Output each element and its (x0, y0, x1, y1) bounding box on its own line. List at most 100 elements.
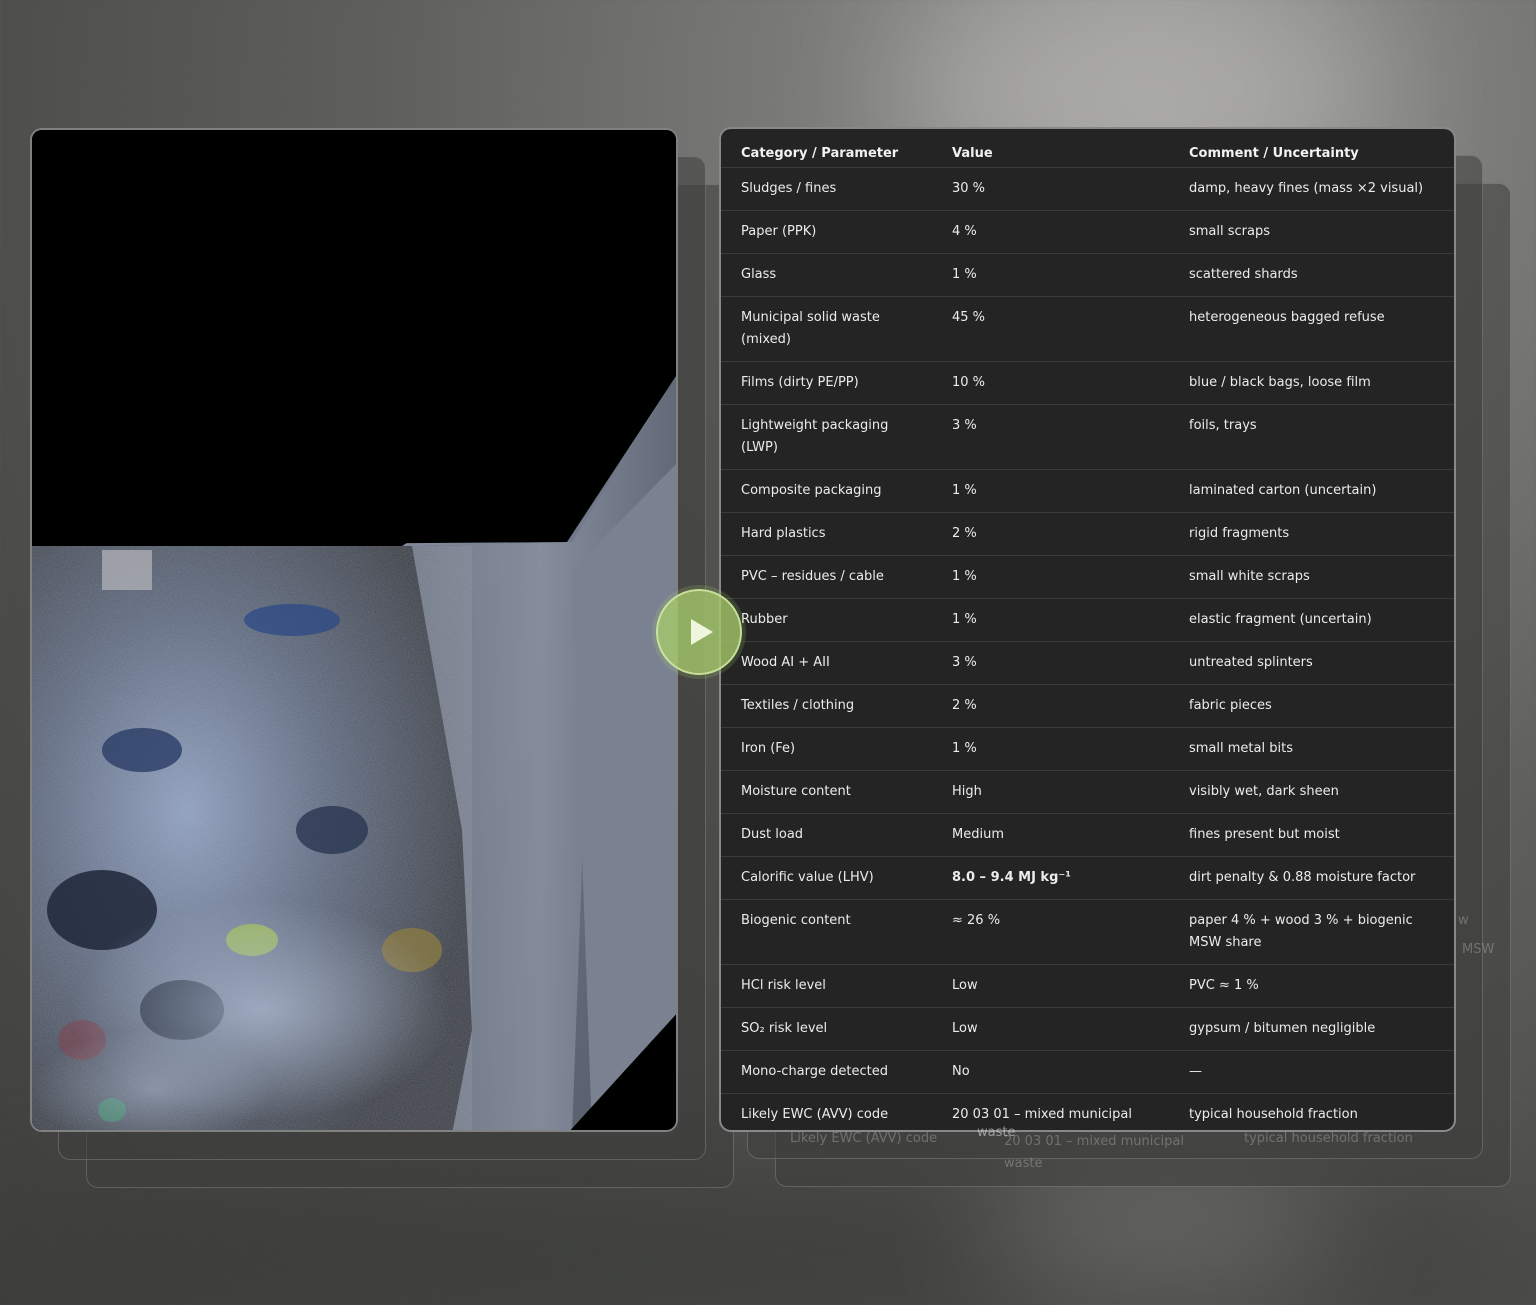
cell-comment: fabric pieces (1169, 684, 1454, 728)
table-row: Moisture content High visibly wet, dark sh… (721, 770, 1454, 814)
table-row: Composite packaging 1 % laminated carton (… (721, 469, 1454, 513)
cell-category: Textiles / clothing (721, 684, 932, 728)
cell-comment: gypsum / bitumen negligible (1169, 1007, 1454, 1051)
cell-category: Wood AI + AII (721, 641, 932, 685)
cell-value: 2 % (932, 684, 1169, 728)
table-row: PVC – residues / cable 1 % small white scr… (721, 555, 1454, 599)
cell-value: 1 % (932, 469, 1169, 513)
header-category: Category / Parameter (721, 129, 932, 168)
table-row: Dust load Medium fines present but moist (721, 813, 1454, 857)
cell-value: Low (932, 964, 1169, 1008)
table-row: Likely EWC (AVV) code 20 03 01 – mixed mu… (721, 1093, 1454, 1131)
cell-value: ≈ 26 % (932, 899, 1169, 965)
cell-value: 3 % (932, 641, 1169, 685)
cell-category: Dust load (721, 813, 932, 857)
cell-value: High (932, 770, 1169, 814)
waste-bunker-image (32, 130, 676, 1130)
cell-value: 30 % (932, 167, 1169, 211)
play-button[interactable] (656, 589, 742, 675)
cell-category: Mono-charge detected (721, 1050, 932, 1094)
table-row: SO₂ risk level Low gypsum / bitumen neglig… (721, 1007, 1454, 1051)
cell-comment: heterogeneous bagged refuse (1169, 296, 1454, 362)
cell-comment: rigid fragments (1169, 512, 1454, 556)
table-row: Films (dirty PE/PP) 10 % blue / black bags… (721, 361, 1454, 405)
table-row: Lightweight packaging (LWP) 3 % foils, tra… (721, 404, 1454, 470)
ghost-category: Likely EWC (AVV) code (790, 1131, 938, 1146)
cell-category: Calorific value (LHV) (721, 856, 932, 900)
cell-comment: typical household fraction (1189, 1106, 1358, 1122)
cell-category: SO₂ risk level (721, 1007, 932, 1051)
cell-comment: small metal bits (1169, 727, 1454, 771)
cell-value: 1 % (932, 253, 1169, 297)
cell-comment: paper 4 % + wood 3 % + biogenic MSW shar… (1169, 899, 1454, 965)
waste-image-card[interactable] (30, 128, 678, 1132)
cell-comment: blue / black bags, loose film (1169, 361, 1454, 405)
ghost-fragment: waste (977, 1125, 1016, 1140)
table-row: HCl risk level Low PVC ≈ 1 % (721, 964, 1454, 1008)
table-row: Iron (Fe) 1 % small metal bits (721, 727, 1454, 771)
cell-category: Municipal solid waste (mixed) (721, 296, 932, 362)
cell-category: HCl risk level (721, 964, 932, 1008)
cell-category: Iron (Fe) (721, 727, 932, 771)
cell-category: Rubber (721, 598, 932, 642)
header-comment: Comment / Uncertainty (1169, 129, 1454, 168)
cell-category: Likely EWC (AVV) code (741, 1106, 889, 1122)
cell-value: 20 03 01 – mixed municipal waste (952, 1106, 1132, 1131)
cell-category: Paper (PPK) (721, 210, 932, 254)
cell-category: Sludges / fines (721, 167, 932, 211)
cell-value: 10 % (932, 361, 1169, 405)
table-row: Sludges / fines 30 % damp, heavy fines (ma… (721, 167, 1454, 211)
table-row: Municipal solid waste (mixed) 45 % heterog… (721, 296, 1454, 362)
table-row: Rubber 1 % elastic fragment (uncertain) (721, 598, 1454, 642)
cell-value: No (932, 1050, 1169, 1094)
cell-category: PVC – residues / cable (721, 555, 932, 599)
cell-value: 4 % (932, 210, 1169, 254)
ghost-fragment: MSW (1462, 942, 1495, 957)
table-row: Calorific value (LHV) 8.0 – 9.4 MJ kg⁻¹ di… (721, 856, 1454, 900)
table-header-row: Category / Parameter Value Comment / Unc… (721, 129, 1454, 168)
analysis-table-card: Category / Parameter Value Comment / Unc… (719, 127, 1456, 1132)
table-row: Hard plastics 2 % rigid fragments (721, 512, 1454, 556)
cell-comment: dirt penalty & 0.88 moisture factor (1169, 856, 1454, 900)
cell-value: Medium (932, 813, 1169, 857)
cell-category: Moisture content (721, 770, 932, 814)
cell-comment: damp, heavy fines (mass ×2 visual) (1169, 167, 1454, 211)
table-row: Textiles / clothing 2 % fabric pieces (721, 684, 1454, 728)
cell-comment: scattered shards (1169, 253, 1454, 297)
ghost-comment: typical household fraction (1244, 1131, 1413, 1146)
cell-category: Hard plastics (721, 512, 932, 556)
ghost-fragment: w (1458, 913, 1469, 928)
cell-category: Composite packaging (721, 469, 932, 513)
cell-value: 3 % (932, 404, 1169, 470)
table-row: Mono-charge detected No — (721, 1050, 1454, 1094)
cell-value: 1 % (932, 727, 1169, 771)
waste-analysis-table: Category / Parameter Value Comment / Unc… (721, 129, 1454, 1131)
cell-value: Low (932, 1007, 1169, 1051)
table-row: Glass 1 % scattered shards (721, 253, 1454, 297)
header-value: Value (932, 129, 1169, 168)
cell-comment: laminated carton (uncertain) (1169, 469, 1454, 513)
cell-comment: foils, trays (1169, 404, 1454, 470)
cell-comment: fines present but moist (1169, 813, 1454, 857)
cell-comment: untreated splinters (1169, 641, 1454, 685)
cell-value: 1 % (932, 598, 1169, 642)
cell-category: Glass (721, 253, 932, 297)
cell-category: Lightweight packaging (LWP) (721, 404, 932, 470)
cell-comment: — (1169, 1050, 1454, 1094)
table-row: Wood AI + AII 3 % untreated splinters (721, 641, 1454, 685)
cell-comment: visibly wet, dark sheen (1169, 770, 1454, 814)
cell-value: 1 % (932, 555, 1169, 599)
cell-value: 8.0 – 9.4 MJ kg⁻¹ (932, 856, 1169, 900)
play-icon (691, 619, 713, 645)
cell-value: 45 % (932, 296, 1169, 362)
cell-comment: PVC ≈ 1 % (1169, 964, 1454, 1008)
table-row: Paper (PPK) 4 % small scraps (721, 210, 1454, 254)
ghost-value: 20 03 01 – mixed municipal waste (1004, 1134, 1184, 1171)
table-row: Biogenic content ≈ 26 % paper 4 % + wood 3… (721, 899, 1454, 965)
cell-comment: small white scraps (1169, 555, 1454, 599)
cell-comment: elastic fragment (uncertain) (1169, 598, 1454, 642)
cell-category: Biogenic content (721, 899, 932, 965)
cell-value: 2 % (932, 512, 1169, 556)
cell-comment: small scraps (1169, 210, 1454, 254)
cell-category: Films (dirty PE/PP) (721, 361, 932, 405)
